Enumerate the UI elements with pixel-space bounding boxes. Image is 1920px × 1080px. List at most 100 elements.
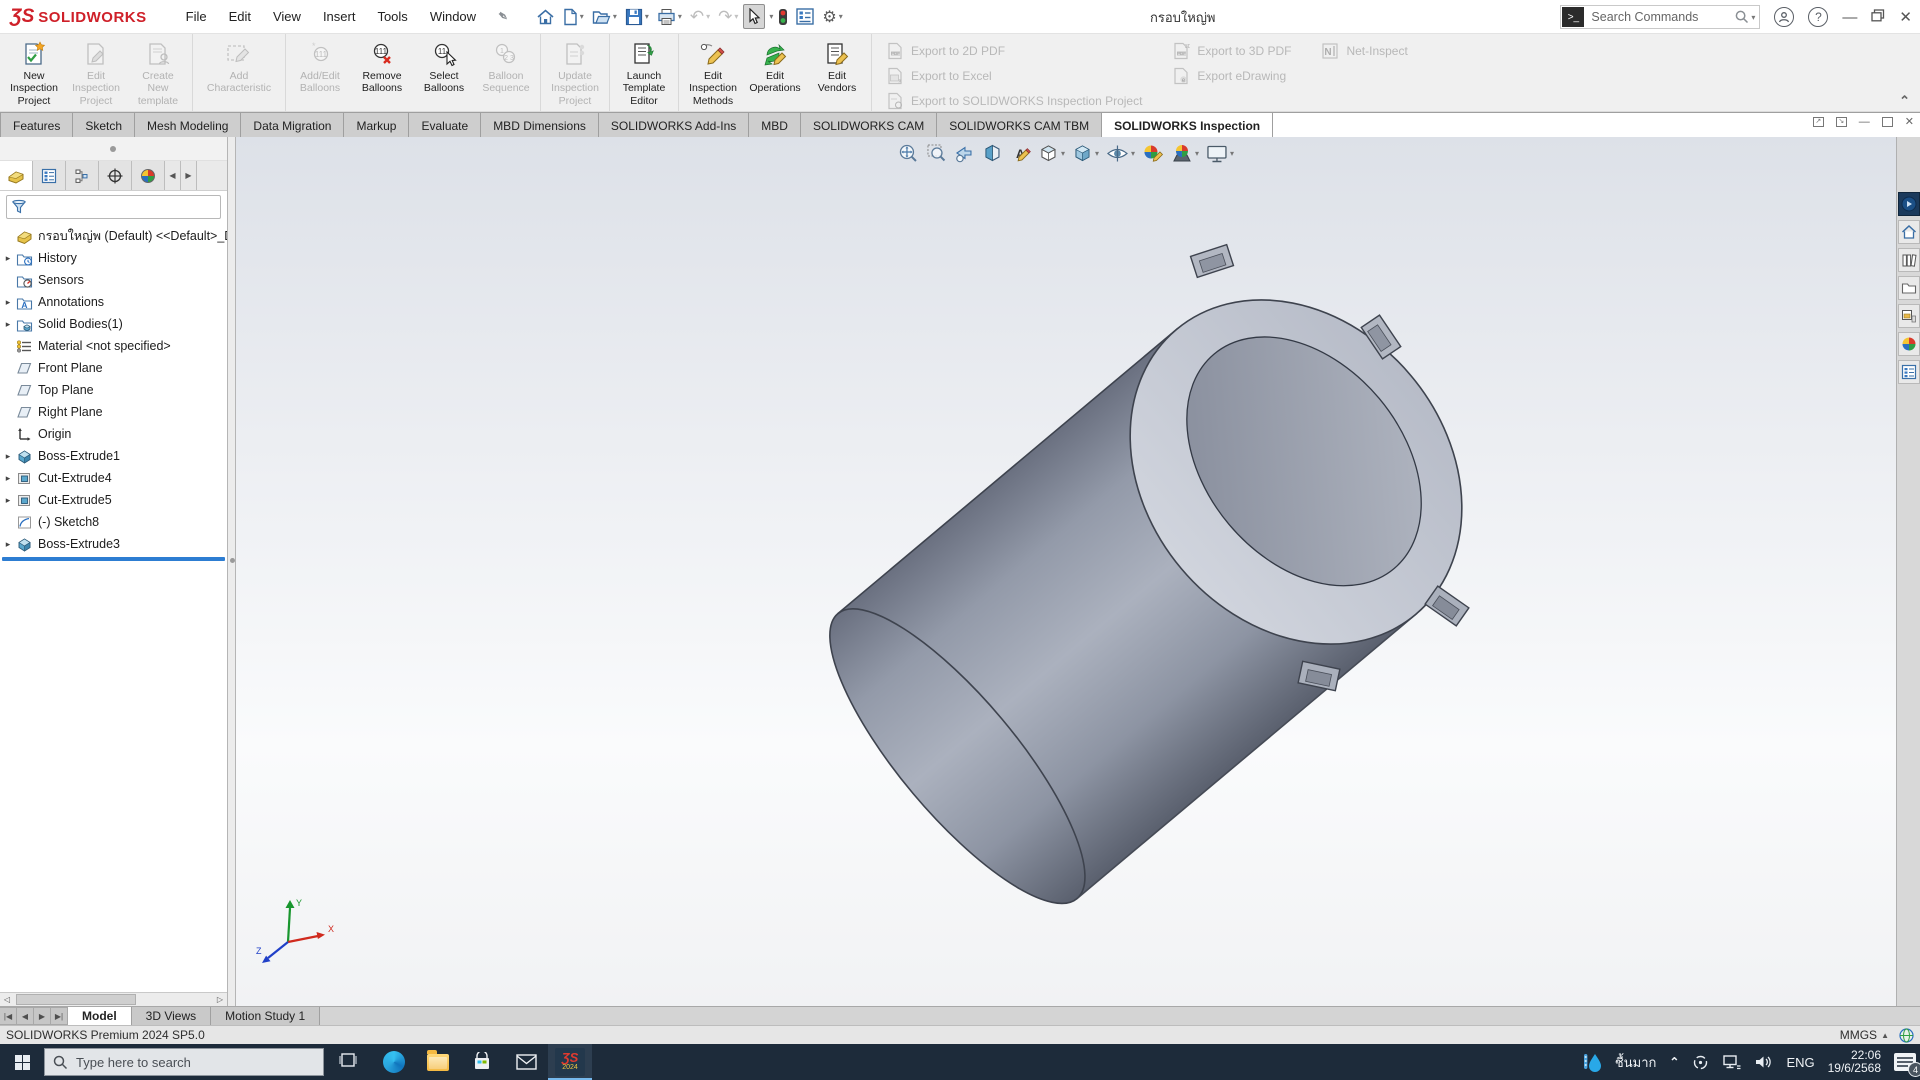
new-inspection-project-button[interactable]: New Inspection Project bbox=[3, 37, 65, 107]
rebuild-button[interactable] bbox=[775, 5, 791, 29]
search-icon[interactable] bbox=[1735, 10, 1749, 24]
tree-item-sensors[interactable]: Sensors bbox=[0, 269, 227, 291]
print-dropdown[interactable]: ▾ bbox=[678, 12, 682, 21]
scroll-left-arrow[interactable]: ◁ bbox=[0, 993, 14, 1006]
tab-solidworks-addins[interactable]: SOLIDWORKS Add-Ins bbox=[598, 112, 748, 137]
panel-horizontal-scrollbar[interactable]: ◁ ▷ bbox=[0, 992, 227, 1006]
expand-arrow[interactable]: ▸ bbox=[0, 253, 16, 264]
search-commands-box[interactable]: >_ Search Commands ▾ bbox=[1560, 5, 1760, 29]
dimxpertmanager-tab[interactable] bbox=[99, 161, 132, 190]
settings-dropdown[interactable]: ▾ bbox=[839, 12, 843, 21]
task-view-button[interactable] bbox=[338, 1051, 358, 1074]
taskbar-search-box[interactable]: Type here to search bbox=[44, 1048, 324, 1076]
doc-minimize-icon[interactable]: — bbox=[1859, 116, 1870, 128]
select-balloons-button[interactable]: 11 Select Balloons bbox=[413, 37, 475, 95]
launch-template-editor-button[interactable]: Launch Template Editor bbox=[613, 37, 675, 107]
open-dropdown[interactable]: ▾ bbox=[613, 12, 617, 21]
expand-arrow[interactable]: ▸ bbox=[0, 319, 16, 330]
scrollbar-thumb[interactable] bbox=[16, 994, 136, 1005]
tree-item-sketch8[interactable]: (-) Sketch8 bbox=[0, 511, 227, 533]
taskbar-clock[interactable]: 22:06 19/6/2568 bbox=[1828, 1049, 1881, 1075]
tree-item-material[interactable]: Material <not specified> bbox=[0, 335, 227, 357]
ribbon-collapse-chevron[interactable]: ⌃ bbox=[1899, 93, 1910, 109]
menu-insert[interactable]: Insert bbox=[312, 3, 367, 30]
select-tool-button[interactable] bbox=[743, 4, 765, 29]
menu-window[interactable]: Window bbox=[419, 3, 487, 30]
tree-item-solid-bodies[interactable]: ▸ Solid Bodies(1) bbox=[0, 313, 227, 335]
print-button[interactable]: ▾ bbox=[654, 5, 685, 29]
tree-filter-input[interactable] bbox=[6, 195, 221, 219]
tree-item-cut-extrude4[interactable]: ▸ Cut-Extrude4 bbox=[0, 467, 227, 489]
settings-button[interactable]: ⚙▾ bbox=[819, 4, 845, 30]
tab-solidworks-inspection[interactable]: SOLIDWORKS Inspection bbox=[1101, 112, 1272, 137]
onedrive-tray-icon[interactable] bbox=[1692, 1054, 1709, 1071]
panel-splitter[interactable] bbox=[228, 137, 236, 1006]
menu-tools[interactable]: Tools bbox=[366, 3, 418, 30]
propertymanager-tab[interactable] bbox=[33, 161, 66, 190]
tree-item-boss-extrude3[interactable]: ▸ Boss-Extrude3 bbox=[0, 533, 227, 555]
prev-tab-arrow[interactable]: ◀ bbox=[17, 1007, 34, 1025]
weather-label[interactable]: ชื้นมาก bbox=[1615, 1052, 1656, 1073]
menu-file[interactable]: File bbox=[175, 3, 218, 30]
graphics-viewport[interactable]: A ▾ ▾ ▾ ▾ bbox=[236, 137, 1896, 1006]
remove-balloons-button[interactable]: 111 Remove Balloons bbox=[351, 37, 413, 95]
appearances-scenes-tab[interactable] bbox=[1898, 332, 1920, 356]
custom-properties-tab[interactable] bbox=[1898, 360, 1920, 384]
mail-taskbar-icon[interactable] bbox=[504, 1044, 548, 1080]
splitter-handle-dot[interactable] bbox=[230, 558, 235, 563]
select-tool-dropdown[interactable]: ▾ bbox=[769, 12, 773, 21]
tree-item-top-plane[interactable]: Top Plane bbox=[0, 379, 227, 401]
expand-arrow[interactable]: ▸ bbox=[0, 297, 16, 308]
configurationmanager-tab[interactable] bbox=[66, 161, 99, 190]
tab-evaluate[interactable]: Evaluate bbox=[408, 112, 480, 137]
open-button[interactable]: ▾ bbox=[589, 5, 620, 29]
3dexperience-tab[interactable] bbox=[1898, 192, 1920, 216]
edit-operations-button[interactable]: Edit Operations bbox=[744, 37, 806, 95]
displaymanager-tab[interactable] bbox=[132, 161, 165, 190]
panel-tab-scroll-left[interactable]: ◀ bbox=[165, 161, 181, 190]
menu-view[interactable]: View bbox=[262, 3, 312, 30]
tab-markup[interactable]: Markup bbox=[343, 112, 408, 137]
units-selector[interactable]: MMGS ▲ bbox=[1840, 1028, 1889, 1042]
last-tab-arrow[interactable]: ▶| bbox=[51, 1007, 68, 1025]
motion-study-tab[interactable]: Motion Study 1 bbox=[211, 1007, 320, 1025]
model-tab[interactable]: Model bbox=[68, 1007, 132, 1025]
tree-item-origin[interactable]: Origin bbox=[0, 423, 227, 445]
first-tab-arrow[interactable]: |◀ bbox=[0, 1007, 17, 1025]
tab-mesh-modeling[interactable]: Mesh Modeling bbox=[134, 112, 240, 137]
home-button[interactable] bbox=[533, 5, 558, 29]
doc-restore-icon[interactable] bbox=[1882, 117, 1893, 127]
save-button[interactable]: ▾ bbox=[622, 5, 652, 29]
rollback-bar[interactable] bbox=[2, 557, 225, 561]
search-dropdown[interactable]: ▾ bbox=[1751, 13, 1755, 22]
solidworks-taskbar-icon[interactable]: ƷS 2024 bbox=[548, 1044, 592, 1080]
weather-humidity-icon[interactable] bbox=[1582, 1051, 1602, 1073]
expand-arrow[interactable]: ▸ bbox=[0, 495, 16, 506]
tab-mbd-dimensions[interactable]: MBD Dimensions bbox=[480, 112, 598, 137]
tray-expand-chevron[interactable]: ⌃ bbox=[1669, 1055, 1679, 1069]
file-explorer-tab[interactable] bbox=[1898, 276, 1920, 300]
model-3d-cylinder[interactable] bbox=[236, 137, 1896, 1006]
edge-taskbar-icon[interactable] bbox=[372, 1044, 416, 1080]
tab-data-migration[interactable]: Data Migration bbox=[240, 112, 343, 137]
expand-arrow[interactable]: ▸ bbox=[0, 451, 16, 462]
speaker-tray-icon[interactable] bbox=[1754, 1054, 1773, 1070]
restore-button[interactable] bbox=[1871, 9, 1885, 26]
tree-item-cut-extrude5[interactable]: ▸ Cut-Extrude5 bbox=[0, 489, 227, 511]
scroll-right-arrow[interactable]: ▷ bbox=[213, 993, 227, 1006]
action-center-button[interactable]: 4 bbox=[1894, 1053, 1916, 1071]
tree-item-boss-extrude1[interactable]: ▸ Boss-Extrude1 bbox=[0, 445, 227, 467]
account-icon[interactable] bbox=[1774, 7, 1794, 27]
tab-mbd[interactable]: MBD bbox=[748, 112, 800, 137]
popin-icon[interactable]: ↘ bbox=[1836, 117, 1847, 127]
tab-features[interactable]: Features bbox=[0, 112, 72, 137]
design-library-tab[interactable] bbox=[1898, 248, 1920, 272]
tab-solidworks-cam-tbm[interactable]: SOLIDWORKS CAM TBM bbox=[936, 112, 1101, 137]
tab-sketch[interactable]: Sketch bbox=[72, 112, 134, 137]
tab-solidworks-cam[interactable]: SOLIDWORKS CAM bbox=[800, 112, 936, 137]
help-icon[interactable]: ? bbox=[1808, 7, 1828, 27]
pin-menu-icon[interactable]: ✒ bbox=[493, 6, 513, 27]
tree-item-front-plane[interactable]: Front Plane bbox=[0, 357, 227, 379]
next-tab-arrow[interactable]: ▶ bbox=[34, 1007, 51, 1025]
close-button[interactable]: ✕ bbox=[1899, 8, 1912, 26]
